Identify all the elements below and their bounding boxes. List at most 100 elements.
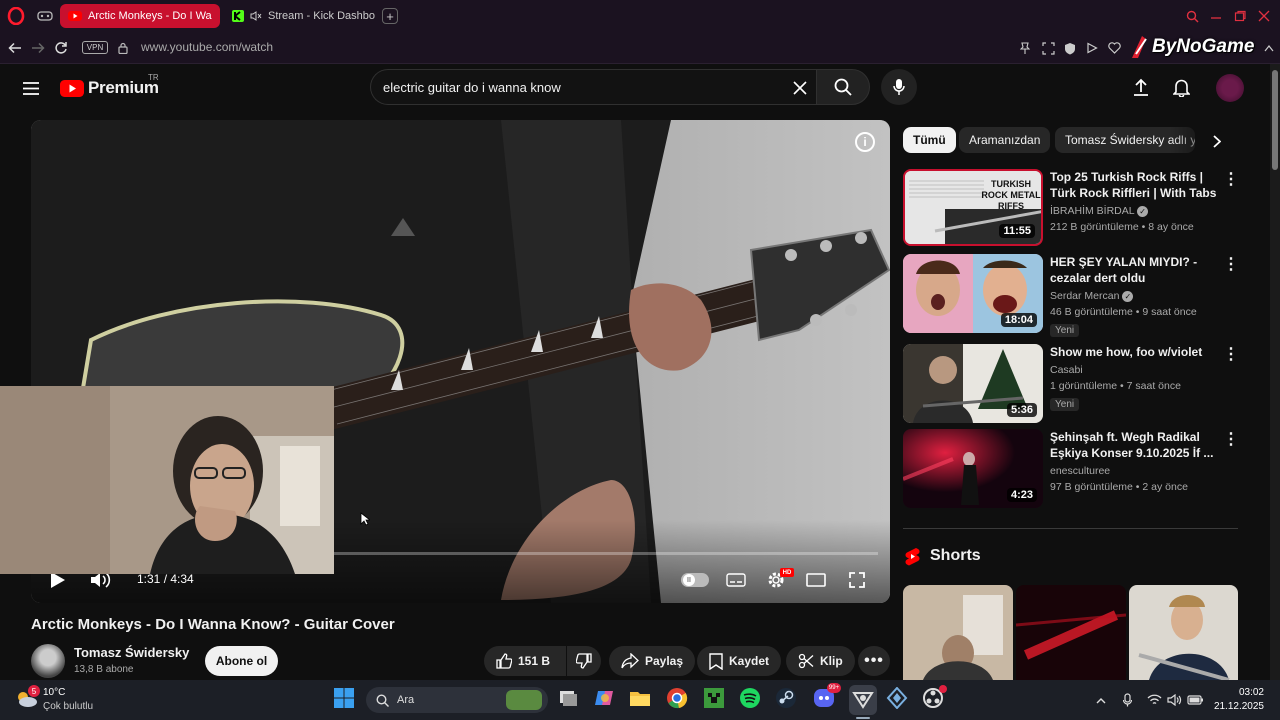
more-actions-icon[interactable]: ••• bbox=[858, 646, 890, 676]
save-button[interactable]: Kaydet bbox=[697, 646, 782, 676]
tab-kick-stream[interactable]: Stream - Kick Dashbo bbox=[224, 4, 378, 28]
recommendation-title[interactable]: Şehinşah ft. Wegh Radikal Eşkiya Konser … bbox=[1050, 429, 1220, 461]
channel-name[interactable]: Tomasz Świdersky bbox=[74, 645, 189, 660]
new-tab-button[interactable]: + bbox=[382, 8, 398, 24]
microphone-icon[interactable] bbox=[1120, 692, 1134, 708]
recommendation-info[interactable]: Şehinşah ft. Wegh Radikal Eşkiya Konser … bbox=[1050, 429, 1220, 495]
recommendation-title[interactable]: Top 25 Turkish Rock Riffs | Türk Rock Ri… bbox=[1050, 169, 1220, 201]
close-window-button[interactable] bbox=[1256, 8, 1272, 24]
spotify-icon[interactable] bbox=[739, 687, 765, 713]
voice-search-button[interactable] bbox=[881, 69, 917, 105]
file-explorer-icon[interactable] bbox=[629, 687, 655, 713]
back-button[interactable] bbox=[6, 39, 24, 57]
vpn-badge[interactable]: VPN bbox=[82, 41, 108, 54]
dev-tool-icon[interactable] bbox=[886, 686, 912, 713]
more-options-icon[interactable]: ⋮ bbox=[1223, 345, 1239, 363]
recommendation-thumbnail[interactable]: 18:04 bbox=[903, 254, 1043, 333]
windows-taskbar: 5 10°C Çok bulutlu Ara 99+ 03:02 21.12.2… bbox=[0, 680, 1280, 720]
more-options-icon[interactable]: ⋮ bbox=[1223, 430, 1239, 448]
search-button[interactable] bbox=[816, 69, 870, 105]
wifi-icon[interactable] bbox=[1146, 692, 1162, 708]
speaker-icon[interactable] bbox=[1166, 692, 1182, 708]
dislike-button[interactable] bbox=[567, 646, 601, 676]
notifications-bell-icon[interactable] bbox=[1170, 76, 1192, 98]
search-tabs-icon[interactable] bbox=[1184, 8, 1200, 24]
theater-mode-icon[interactable] bbox=[805, 571, 827, 589]
fullscreen-icon[interactable] bbox=[846, 570, 868, 590]
youtube-premium-logo[interactable]: Premium bbox=[60, 76, 159, 100]
copilot-icon[interactable] bbox=[593, 687, 619, 713]
recommendation-thumbnail[interactable]: 4:23 bbox=[903, 429, 1043, 508]
reload-button[interactable] bbox=[52, 39, 70, 57]
recommendation-channel[interactable]: Serdar Mercan ✓ bbox=[1050, 288, 1220, 304]
recommendation-thumbnail[interactable]: TURKISH ROCK METAL RIFFS 11:55 bbox=[903, 169, 1043, 246]
search-box[interactable] bbox=[370, 69, 816, 105]
recommendation-thumbnail[interactable]: 5:36 bbox=[903, 344, 1043, 423]
search-input[interactable] bbox=[383, 70, 783, 104]
pin-icon[interactable] bbox=[1017, 40, 1033, 56]
recommendation-title[interactable]: HER ŞEY YALAN MIYDI? - cezalar dert oldu bbox=[1050, 254, 1220, 286]
short-thumbnail[interactable] bbox=[1129, 585, 1238, 680]
webcam-overlay bbox=[0, 386, 334, 574]
like-button[interactable]: 151 B bbox=[484, 646, 566, 676]
muted-speaker-icon[interactable] bbox=[250, 11, 262, 21]
heart-icon[interactable] bbox=[1106, 40, 1122, 56]
recommendation-info[interactable]: Show me how, foo w/violet Casabi 1 görün… bbox=[1050, 344, 1220, 412]
url-field[interactable]: www.youtube.com/watch bbox=[141, 40, 273, 54]
info-icon[interactable]: i bbox=[855, 132, 875, 152]
opera-gx-app-icon[interactable] bbox=[849, 685, 877, 715]
share-button[interactable]: Paylaş bbox=[609, 646, 696, 676]
short-thumbnail[interactable] bbox=[1016, 585, 1126, 680]
chip-all[interactable]: Tümü bbox=[903, 127, 956, 153]
clock-time[interactable]: 03:02 bbox=[1214, 687, 1264, 698]
weather-temp[interactable]: 10°C bbox=[43, 687, 65, 698]
lock-icon[interactable] bbox=[116, 40, 130, 56]
avatar[interactable] bbox=[1216, 74, 1244, 102]
chevron-up-icon[interactable] bbox=[1262, 40, 1276, 56]
taskbar-search[interactable]: Ara bbox=[366, 687, 548, 713]
autoplay-toggle[interactable]: II bbox=[681, 573, 709, 587]
recommendation-channel[interactable]: enesculturee bbox=[1050, 463, 1220, 479]
tab-arctic-monkeys[interactable]: Arctic Monkeys - Do I Wa bbox=[60, 4, 220, 28]
steam-icon[interactable] bbox=[775, 687, 801, 713]
more-options-icon[interactable]: ⋮ bbox=[1223, 255, 1239, 273]
gamepad-icon[interactable] bbox=[36, 8, 54, 24]
search-icon bbox=[376, 693, 389, 707]
player-icon[interactable] bbox=[1084, 40, 1100, 56]
subtitles-icon[interactable] bbox=[725, 571, 747, 589]
chevron-up-icon[interactable] bbox=[1094, 693, 1108, 707]
short-thumbnail[interactable] bbox=[903, 585, 1013, 680]
chrome-icon[interactable] bbox=[666, 687, 692, 713]
task-view-icon[interactable] bbox=[557, 687, 583, 713]
minecraft-icon[interactable] bbox=[703, 687, 729, 713]
more-options-icon[interactable]: ⋮ bbox=[1223, 170, 1239, 188]
channel-avatar[interactable] bbox=[31, 644, 65, 678]
recommendation-channel[interactable]: Casabi bbox=[1050, 362, 1220, 378]
scrollbar-thumb[interactable] bbox=[1272, 70, 1278, 170]
clear-search-icon[interactable] bbox=[791, 79, 809, 97]
battery-icon[interactable] bbox=[1186, 692, 1204, 708]
clip-button[interactable]: Klip bbox=[786, 646, 855, 676]
shield-icon[interactable] bbox=[1062, 40, 1078, 56]
page-scrollbar[interactable] bbox=[1270, 64, 1280, 680]
weather-description[interactable]: Çok bulutlu bbox=[43, 701, 93, 712]
save-label: Kaydet bbox=[729, 654, 770, 668]
upload-icon[interactable] bbox=[1130, 76, 1152, 98]
recommendation-title[interactable]: Show me how, foo w/violet bbox=[1050, 344, 1220, 360]
recommendation-channel[interactable]: İBRAHİM BİRDAL ✓ bbox=[1050, 203, 1220, 219]
chevron-right-icon[interactable] bbox=[1208, 132, 1226, 150]
opera-logo-icon[interactable] bbox=[6, 6, 26, 26]
minimize-button[interactable] bbox=[1208, 8, 1224, 24]
maximize-button[interactable] bbox=[1232, 8, 1248, 24]
snapshot-icon[interactable] bbox=[1040, 40, 1056, 56]
clock-date[interactable]: 21.12.2025 bbox=[1204, 701, 1264, 712]
recommendation-info[interactable]: Top 25 Turkish Rock Riffs | Türk Rock Ri… bbox=[1050, 169, 1220, 235]
menu-icon[interactable] bbox=[20, 77, 42, 99]
search-highlight-icon bbox=[506, 690, 542, 710]
weather-alert-badge: 5 bbox=[28, 685, 40, 697]
recommendation-info[interactable]: HER ŞEY YALAN MIYDI? - cezalar dert oldu… bbox=[1050, 254, 1220, 338]
forward-button[interactable] bbox=[29, 39, 47, 57]
chip-from-search[interactable]: Aramanızdan bbox=[959, 127, 1051, 153]
start-button[interactable] bbox=[333, 687, 359, 713]
subscribe-button[interactable]: Abone ol bbox=[205, 646, 278, 676]
